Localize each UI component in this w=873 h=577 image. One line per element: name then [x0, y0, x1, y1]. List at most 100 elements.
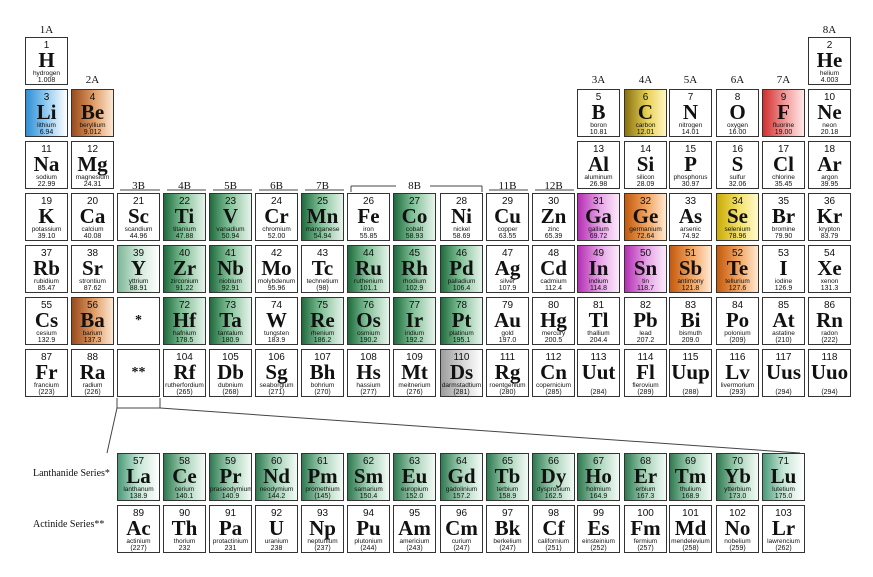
element-cell-dy: 66 Dy dysprosium 162.5 [532, 453, 575, 501]
element-name: iron [363, 226, 374, 233]
element-name: calcium [81, 226, 104, 233]
element-symbol: Pu [356, 516, 381, 540]
element-symbol: Ge [632, 204, 659, 228]
element-name: rhenium [310, 330, 335, 337]
element-name: tungsten [264, 330, 289, 337]
element-cell-ru: 44 Ru ruthenium 101.1 [347, 245, 390, 293]
element-symbol: Pd [449, 256, 474, 280]
element-name: xenon [820, 278, 839, 285]
element-cell-eu: 63 Eu europium 152.0 [393, 453, 436, 501]
atomic-mass: (247) [453, 545, 470, 552]
atomic-mass: (258) [682, 545, 699, 552]
element-symbol: Ce [172, 464, 197, 488]
atomic-mass: (210) [775, 337, 792, 344]
element-cell-rh: 45 Rh rhodium 102.9 [393, 245, 436, 293]
element-symbol: Rb [33, 256, 60, 280]
element-symbol: Pr [219, 464, 242, 488]
atomic-mass: 14.01 [681, 129, 700, 136]
element-cell-ge: 32 Ge germanium 72.64 [624, 193, 667, 241]
element-cell-sg: 106 Sg seaborgium (271) [255, 349, 298, 397]
element-cell-hf: 72 Hf hafnium 178.5 [163, 297, 206, 345]
element-symbol: Sm [353, 464, 384, 488]
element-cell-rf: 104 Rf rutherfordium (265) [163, 349, 206, 397]
element-symbol: Ho [585, 464, 612, 488]
atomic-mass: 207.2 [636, 337, 655, 344]
lanthanide-series-label: Lanthanide Series* [33, 468, 110, 479]
element-name: sodium [36, 174, 57, 181]
element-name: antimony [677, 278, 704, 285]
element-cell-gd: 64 Gd gadolinium 157.2 [440, 453, 483, 501]
atomic-mass: 39.95 [820, 181, 839, 188]
element-symbol: Fe [357, 204, 380, 228]
element-cell-na: 11 Na sodium 22.99 [25, 141, 68, 189]
atomic-mass: 50.94 [221, 233, 240, 240]
element-name: silicon [636, 174, 655, 181]
element-name: manganese [305, 226, 340, 233]
element-name: titanium [173, 226, 196, 233]
element-cell-tm: 69 Tm thulium 168.9 [669, 453, 712, 501]
element-symbol: Ar [817, 152, 842, 176]
atomic-mass: 35.45 [774, 181, 793, 188]
element-name: palladium [447, 278, 476, 285]
element-symbol: Ca [79, 204, 106, 228]
element-cell-in: 49 In indium 114.8 [577, 245, 620, 293]
element-cell-la: 57 La lanthanum 138.9 [117, 453, 160, 501]
element-cell-bi: 83 Bi bismuth 209.0 [669, 297, 712, 345]
element-symbol: I [779, 256, 788, 280]
element-name: neodymium [259, 486, 294, 493]
element-name: dubnium [218, 382, 243, 389]
element-name: bismuth [679, 330, 702, 337]
atomic-mass: 107.9 [498, 285, 517, 292]
element-cell-ta: 73 Ta tantalum 180.9 [209, 297, 252, 345]
element-symbol: Dy [540, 464, 567, 488]
atomic-mass: (98) [316, 285, 329, 292]
atomic-mass: 102.9 [405, 285, 424, 292]
lanthanide-placeholder-cell: * [117, 297, 160, 345]
element-cell-si: 14 Si silicon 28.09 [624, 141, 667, 189]
element-name: fermium [633, 538, 658, 545]
element-cell-kr: 36 Kr krypton 83.79 [808, 193, 851, 241]
atomic-mass: 158.9 [498, 493, 517, 500]
element-cell-mn: 25 Mn manganese 54.94 [301, 193, 344, 241]
element-name: protactinium [212, 538, 249, 545]
atomic-mass: 10.81 [589, 129, 608, 136]
element-cell-fr: 87 Fr francium (223) [25, 349, 68, 397]
element-symbol: Cs [34, 308, 59, 332]
element-name: niobium [219, 278, 242, 285]
element-name: silver [499, 278, 516, 285]
atomic-mass: 78.96 [728, 233, 747, 240]
actinide-placeholder-cell: ** [117, 349, 160, 397]
atomic-mass: 140.1 [175, 493, 194, 500]
element-cell-ac: 89 Ac actinium (227) [117, 505, 160, 553]
element-name: darmstadtium [441, 382, 482, 389]
element-cell-am: 95 Am americium (243) [393, 505, 436, 553]
element-symbol: Y [130, 256, 147, 280]
element-name: fluorine [772, 122, 795, 129]
atomic-mass: 232 [178, 545, 191, 552]
element-symbol: Ds [449, 360, 474, 384]
element-cell-tc: 43 Tc technetium (98) [301, 245, 344, 293]
atomic-mass: 32.06 [728, 181, 747, 188]
element-symbol: Cf [542, 516, 565, 540]
element-cell-v: 23 Vvanadium 50.94 [209, 193, 252, 241]
atomic-mass: 58.93 [405, 233, 424, 240]
element-name: beryllium [79, 122, 106, 129]
atomic-mass: 47.88 [175, 233, 194, 240]
element-cell-cd: 48 Cd cadmium 112.4 [532, 245, 575, 293]
element-cell-br: 35 Br bromine 79.90 [762, 193, 805, 241]
atomic-mass: (268) [222, 389, 239, 396]
element-cell-mt: 109 Mt meitnerium (276) [393, 349, 436, 397]
element-name: mendelevium [671, 538, 710, 545]
element-cell-be: 4 Be beryllium 9.012 [71, 89, 114, 137]
atomic-mass: 52.00 [267, 233, 286, 240]
element-cell-sb: 51 Sb antimony 121.8 [669, 245, 712, 293]
atomic-mass: 106.4 [452, 285, 471, 292]
atomic-mass: 195.1 [452, 337, 471, 344]
element-symbol: Tm [674, 464, 707, 488]
element-cell-lu: 71 Lu lutetium 175.0 [762, 453, 805, 501]
element-name: rubidium [34, 278, 59, 285]
element-symbol: Se [727, 204, 748, 228]
element-name: americium [399, 538, 430, 545]
atomic-mass: (243) [406, 545, 423, 552]
atomic-mass: 173.0 [728, 493, 747, 500]
